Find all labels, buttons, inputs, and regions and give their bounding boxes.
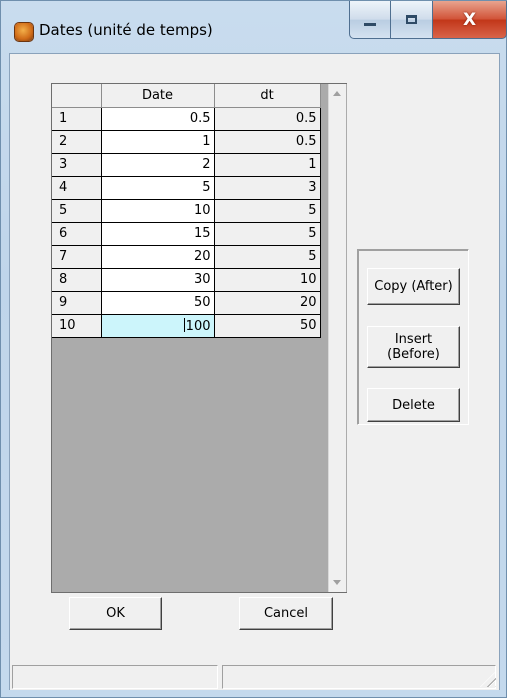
date-cell-active[interactable]: 100 [101, 314, 215, 338]
table-row: 1 0.5 0.5 [52, 107, 321, 131]
table-row: 5 10 5 [52, 199, 321, 223]
table-row: 8 30 10 [52, 268, 321, 292]
copy-after-button[interactable]: Copy (After) [367, 268, 460, 305]
date-cell[interactable]: 50 [101, 291, 215, 315]
table-row: 9 50 20 [52, 291, 321, 315]
corner-header [52, 84, 102, 108]
close-button[interactable]: X [433, 1, 507, 39]
caption-buttons: X [349, 1, 507, 44]
row-header[interactable]: 4 [52, 176, 102, 200]
status-pane-left [12, 665, 218, 689]
ok-button[interactable]: OK [69, 597, 162, 630]
dt-cell: 5 [214, 199, 321, 223]
date-cell[interactable]: 10 [101, 199, 215, 223]
vertical-scrollbar[interactable] [328, 84, 346, 592]
insert-before-button[interactable]: Insert (Before) [367, 326, 460, 368]
client-area: Date dt 1 0.5 0.5 2 1 0.5 3 2 1 4 5 3 5 … [9, 53, 500, 690]
date-cell[interactable]: 1 [101, 130, 215, 154]
minimize-button[interactable] [349, 1, 391, 39]
status-bar [10, 662, 499, 690]
dt-cell: 3 [214, 176, 321, 200]
title-bar[interactable]: Dates (unité de temps) X [1, 1, 507, 53]
row-header[interactable]: 7 [52, 245, 102, 269]
dates-grid: Date dt 1 0.5 0.5 2 1 0.5 3 2 1 4 5 3 5 … [51, 83, 347, 593]
dt-cell: 0.5 [214, 107, 321, 131]
scroll-up-icon[interactable] [333, 91, 341, 96]
date-cell[interactable]: 2 [101, 153, 215, 177]
row-header[interactable]: 9 [52, 291, 102, 315]
row-header[interactable]: 3 [52, 153, 102, 177]
dt-cell: 0.5 [214, 130, 321, 154]
table-row: 10 100 50 [52, 314, 321, 338]
dt-cell: 1 [214, 153, 321, 177]
dt-cell: 10 [214, 268, 321, 292]
row-header[interactable]: 10 [52, 314, 102, 338]
date-cell-value: 100 [185, 318, 211, 334]
text-caret [183, 317, 185, 332]
status-pane-right [222, 665, 496, 689]
table-row: 6 15 5 [52, 222, 321, 246]
date-cell[interactable]: 30 [101, 268, 215, 292]
dt-cell: 5 [214, 245, 321, 269]
row-header[interactable]: 1 [52, 107, 102, 131]
cancel-button[interactable]: Cancel [239, 597, 333, 630]
dt-cell: 20 [214, 291, 321, 315]
table-row: 4 5 3 [52, 176, 321, 200]
minimize-icon [364, 23, 376, 26]
grid-header-row: Date dt [52, 84, 321, 108]
scroll-down-icon[interactable] [333, 580, 341, 585]
date-cell[interactable]: 0.5 [101, 107, 215, 131]
date-cell[interactable]: 15 [101, 222, 215, 246]
window-title: Dates (unité de temps) [39, 21, 213, 39]
app-icon[interactable] [15, 23, 33, 41]
column-header-date[interactable]: Date [101, 84, 215, 108]
row-header[interactable]: 6 [52, 222, 102, 246]
delete-button[interactable]: Delete [367, 388, 460, 422]
table-row: 7 20 5 [52, 245, 321, 269]
table-row: 2 1 0.5 [52, 130, 321, 154]
date-cell[interactable]: 20 [101, 245, 215, 269]
row-header[interactable]: 8 [52, 268, 102, 292]
row-header[interactable]: 2 [52, 130, 102, 154]
maximize-icon [406, 15, 417, 24]
table-row: 3 2 1 [52, 153, 321, 177]
maximize-button[interactable] [391, 1, 433, 39]
close-icon: X [462, 9, 477, 30]
column-header-dt[interactable]: dt [214, 84, 321, 108]
date-cell[interactable]: 5 [101, 176, 215, 200]
dialog-window: Dates (unité de temps) X Date dt 1 0.5 0… [0, 0, 507, 698]
row-header[interactable]: 5 [52, 199, 102, 223]
dt-cell: 50 [214, 314, 321, 338]
dt-cell: 5 [214, 222, 321, 246]
